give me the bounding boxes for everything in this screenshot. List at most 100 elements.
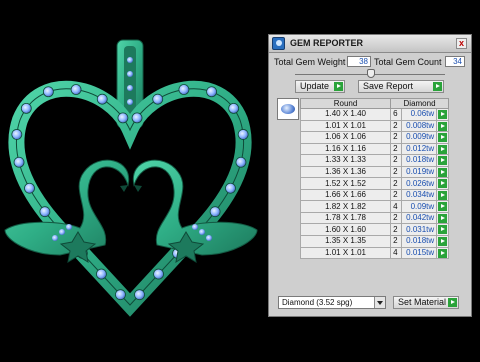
app-gem-icon: [272, 37, 285, 50]
heart-gem: [20, 102, 32, 114]
weight-cell[interactable]: 0.026tw: [400, 177, 438, 190]
arrow-right-icon: [438, 110, 448, 119]
row-action-button[interactable]: [436, 235, 449, 248]
arrow-right-icon: [448, 298, 457, 307]
arrow-right-icon: [438, 144, 448, 154]
row-action-button[interactable]: [436, 177, 449, 190]
row-action-button[interactable]: [436, 246, 449, 260]
row-action-button[interactable]: [436, 119, 449, 133]
count-cell: 2: [390, 235, 402, 248]
arrow-right-icon: [438, 248, 448, 258]
arrow-right-icon: [438, 133, 448, 143]
size-cell: 1.33 X 1.33: [299, 154, 392, 167]
weight-cell[interactable]: 0.018tw: [400, 154, 438, 167]
heart-gem: [96, 93, 108, 105]
size-cell: 1.82 X 1.82: [299, 200, 392, 213]
heart-gem: [228, 102, 240, 114]
table-row[interactable]: 1.52 X 1.52 2 0.026tw: [299, 177, 449, 190]
heart-gem: [153, 268, 164, 280]
heart-frame: [8, 80, 252, 317]
table-row[interactable]: 1.35 X 1.35 2 0.018tw: [299, 235, 449, 248]
row-action-button[interactable]: [436, 142, 449, 156]
table-row[interactable]: 1.01 X 1.01 2 0.008tw: [299, 119, 449, 133]
material-select[interactable]: Diamond (3.52 spg): [278, 296, 386, 309]
size-cell: 1.60 X 1.60: [299, 223, 392, 236]
table-row[interactable]: 1.78 X 1.78 2 0.042tw: [299, 211, 449, 225]
count-cell: 2: [390, 211, 402, 225]
count-cell: 2: [390, 177, 402, 190]
model-viewport[interactable]: [0, 0, 268, 360]
count-cell: 2: [390, 142, 402, 156]
weight-cell[interactable]: 0.015tw: [400, 246, 438, 260]
save-report-button[interactable]: Save Report: [358, 80, 444, 93]
weight-cell[interactable]: 0.012tw: [400, 142, 438, 156]
size-cell: 1.78 X 1.78: [299, 211, 392, 225]
heart-gem: [178, 84, 190, 95]
close-icon[interactable]: x: [456, 38, 467, 49]
row-action-button[interactable]: [436, 165, 449, 179]
gem-table: Round Diamond 1.40 X 1.40 6 0.06tw 1.01 X 1…: [299, 98, 449, 260]
slider-knob[interactable]: [367, 69, 375, 78]
table-row[interactable]: 1.33 X 1.33 2 0.018tw: [299, 154, 449, 167]
material-select-value: Diamond (3.52 spg): [282, 298, 353, 307]
weight-cell[interactable]: 0.034tw: [400, 188, 438, 202]
table-row[interactable]: 1.82 X 1.82 4 0.09tw: [299, 200, 449, 213]
row-action-button[interactable]: [436, 154, 449, 167]
update-button[interactable]: Update: [295, 80, 345, 93]
row-action-button[interactable]: [436, 211, 449, 225]
chevron-down-icon[interactable]: [374, 297, 385, 308]
count-cell: 2: [390, 223, 402, 236]
weight-cell[interactable]: 0.019tw: [400, 165, 438, 179]
size-cell: 1.01 X 1.01: [299, 246, 392, 260]
arrow-right-icon: [438, 225, 448, 235]
total-weight-field[interactable]: 38: [347, 56, 371, 67]
weight-cell[interactable]: 0.042tw: [400, 211, 438, 225]
weight-cell[interactable]: 0.09tw: [400, 200, 438, 213]
size-cell: 1.01 X 1.01: [299, 119, 392, 133]
size-cell: 1.36 X 1.36: [299, 165, 392, 179]
total-count-field[interactable]: 34: [445, 56, 465, 67]
weight-cell[interactable]: 0.009tw: [400, 131, 438, 144]
weight-cell[interactable]: 0.031tw: [400, 223, 438, 236]
arrow-right-icon: [438, 156, 448, 166]
arrow-right-icon: [433, 82, 442, 91]
weight-cell[interactable]: 0.018tw: [400, 235, 438, 248]
set-material-button[interactable]: Set Material: [393, 296, 459, 309]
table-row[interactable]: 1.36 X 1.36 2 0.019tw: [299, 165, 449, 179]
gem-reporter-panel: GEM REPORTER x Total Gem Weight 38 Total…: [268, 34, 472, 317]
count-cell: 2: [390, 131, 402, 144]
count-cell: 2: [390, 154, 402, 167]
save-report-button-label: Save Report: [363, 81, 414, 91]
table-row[interactable]: 1.01 X 1.01 4 0.015tw: [299, 246, 449, 260]
arrow-right-icon: [334, 82, 343, 91]
row-action-button[interactable]: [436, 131, 449, 144]
heart-gem: [209, 206, 221, 218]
column-header-material: Diamond: [390, 98, 449, 109]
row-action-button[interactable]: [436, 108, 449, 121]
size-cell: 1.35 X 1.35: [299, 235, 392, 248]
table-row[interactable]: 1.40 X 1.40 6 0.06tw: [299, 108, 449, 121]
weight-cell[interactable]: 0.008tw: [400, 119, 438, 133]
count-cell: 2: [390, 165, 402, 179]
heart-gem: [235, 156, 247, 168]
arrow-right-icon: [438, 121, 448, 131]
panel-titlebar[interactable]: GEM REPORTER x: [269, 35, 471, 53]
count-cell: 6: [390, 108, 402, 121]
arrow-right-icon: [438, 190, 448, 200]
heart-gem: [237, 129, 249, 140]
gem-preview-icon: [277, 98, 299, 120]
row-action-button[interactable]: [436, 200, 449, 213]
count-cell: 2: [390, 188, 402, 202]
panel-title: GEM REPORTER: [290, 38, 364, 48]
table-row[interactable]: 1.16 X 1.16 2 0.012tw: [299, 142, 449, 156]
row-action-button[interactable]: [436, 188, 449, 202]
table-row[interactable]: 1.60 X 1.60 2 0.031tw: [299, 223, 449, 236]
weight-cell[interactable]: 0.06tw: [400, 108, 438, 121]
table-row[interactable]: 1.66 X 1.66 2 0.034tw: [299, 188, 449, 202]
heart-gem: [206, 86, 218, 98]
heart-gem: [39, 206, 51, 218]
row-action-button[interactable]: [436, 223, 449, 236]
table-row[interactable]: 1.06 X 1.06 2 0.009tw: [299, 131, 449, 144]
arrow-right-icon: [438, 237, 448, 247]
count-cell: 4: [390, 200, 402, 213]
